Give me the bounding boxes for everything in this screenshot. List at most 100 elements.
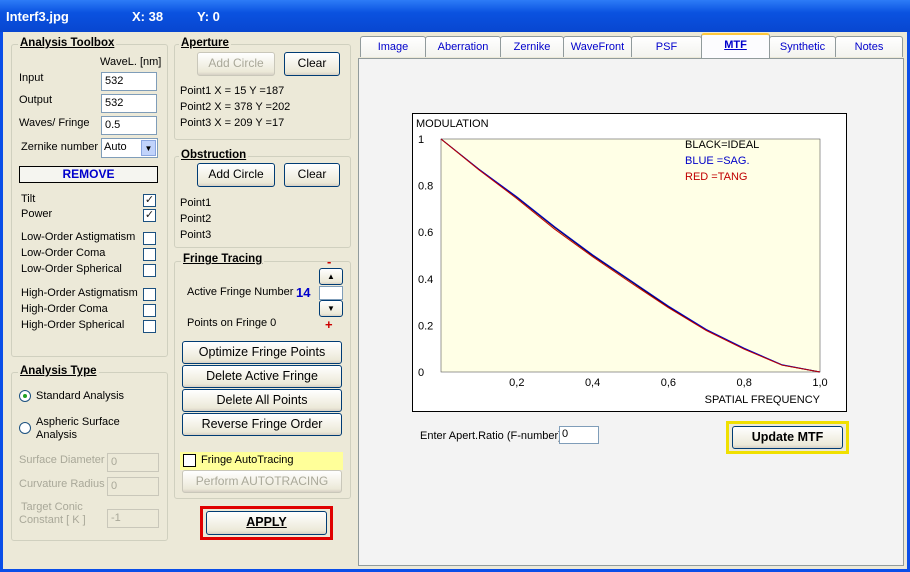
aspheric-analysis-label-2: Analysis [36,429,77,441]
aperture-title: Aperture [179,37,231,49]
term-label-2: Low-Order Astigmatism [21,231,136,243]
output-wavelength-field[interactable]: 532 [101,94,157,113]
aperture-ratio-label: Enter Apert.Ratio (F-number) [420,430,562,442]
fringe-autotracing-row[interactable]: Fringe AutoTracing [180,452,343,470]
analysis-type-title: Analysis Type [18,365,99,377]
term-label-1: Power [21,208,53,220]
aspheric-analysis-label-1: Aspheric Surface [36,416,120,428]
fringe-down-button[interactable]: ▼ [319,300,343,317]
y-tick-label-1: 0.2 [418,320,433,332]
obstruction-add-circle-button[interactable]: Add Circle [197,163,275,187]
x-tick-label-2: 0,6 [661,377,676,389]
delete-active-fringe-button[interactable]: Delete Active Fringe [182,365,342,388]
obstruction-clear-button[interactable]: Clear [284,163,340,187]
tab-aberration[interactable]: Aberration [425,36,501,57]
curvature-radius-field[interactable]: 0 [107,477,159,496]
fringe-up-button[interactable]: ▲ [319,268,343,285]
aperture-clear-button[interactable]: Clear [284,52,340,76]
mtf-panel: MODULATION SPATIAL FREQUENCY 0 0.2 0.4 0.6 0.8… [358,58,904,566]
obstruction-title: Obstruction [179,149,249,161]
term-checkbox-6[interactable] [143,304,156,317]
legend-entry-1: BLUE =SAG. [685,155,750,167]
term-label-6: High-Order Coma [21,303,108,315]
x-axis-title: SPATIAL FREQUENCY [705,394,821,406]
y-tick-label-5: 1 [418,134,424,146]
obstruction-point1: Point1 [180,197,212,209]
waves-per-fringe-field[interactable]: 0.5 [101,116,157,135]
term-label-7: High-Order Spherical [21,319,125,331]
delete-all-points-button[interactable]: Delete All Points [182,389,342,412]
arrow-up-icon: ▲ [327,272,335,281]
legend-entry-2: RED =TANG [685,171,747,183]
x-tick-label-0: 0,2 [509,377,524,389]
fringe-autotracing-label: Fringe AutoTracing [201,454,294,466]
update-mtf-button[interactable]: Update MTF [732,426,843,449]
zernike-number-label: Zernike number [21,141,99,153]
reverse-fringe-order-button[interactable]: Reverse Fringe Order [182,413,342,436]
term-checkbox-0[interactable]: ✓ [143,194,156,207]
zernike-number-value: Auto [104,141,127,153]
aspheric-analysis-radio[interactable] [19,422,31,434]
points-on-fringe-label: Points on Fringe 0 [187,317,277,329]
surface-diameter-label: Surface Diameter [19,454,105,466]
term-checkbox-1[interactable]: ✓ [143,209,156,222]
y-tick-label-4: 0.8 [418,181,433,193]
perform-autotracing-button[interactable]: Perform AUTOTRACING [182,470,342,493]
fringe-minus-indicator: - [327,254,332,269]
target-conic-label-2: Constant [ K ] [19,514,86,526]
tab-image[interactable]: Image [360,36,426,57]
term-label-3: Low-Order Coma [21,247,106,259]
y-tick-label-0: 0 [418,367,424,379]
input-wavelength-label: Input [19,72,44,84]
aperture-ratio-field[interactable]: 0 [559,426,599,444]
chevron-down-icon[interactable]: ▼ [141,140,156,156]
tab-zernike[interactable]: Zernike [500,36,564,57]
term-label-0: Tilt [21,193,36,205]
remove-button[interactable]: REMOVE [19,166,158,183]
tab-wavefront[interactable]: WaveFront [563,36,632,57]
y-axis-title: MODULATION [416,118,489,130]
update-mtf-highlight-frame: Update MTF [726,421,849,454]
standard-analysis-radio[interactable] [19,390,31,402]
fringe-spin-track [319,286,343,300]
term-checkbox-7[interactable] [143,320,156,333]
active-fringe-value: 14 [296,285,311,300]
tab-synthetic[interactable]: Synthetic [769,36,836,57]
fringe-autotracing-checkbox[interactable] [183,454,196,467]
aperture-point3: Point3 X = 209 Y =17 [180,117,285,129]
x-tick-label-4: 1,0 [812,377,827,389]
waves-per-fringe-label: Waves/ Fringe [19,117,90,129]
input-wavelength-field[interactable]: 532 [101,72,157,91]
tab-psf[interactable]: PSF [631,36,702,57]
surface-diameter-field[interactable]: 0 [107,453,159,472]
mtf-chart: MODULATION SPATIAL FREQUENCY 0 0.2 0.4 0.6 0.8… [412,113,847,412]
tab-mtf[interactable]: MTF [701,33,770,58]
app-window: Interf3.jpg X: 38 Y: 0 Analysis Toolbox … [0,0,910,572]
standard-analysis-label: Standard Analysis [36,390,125,402]
cursor-x-readout: X: 38 [132,9,164,24]
client-area: Analysis Toolbox WaveL. [nm] Input 532 O… [3,32,907,569]
term-checkbox-5[interactable] [143,288,156,301]
tab-notes[interactable]: Notes [835,36,903,57]
radio-selected-dot [23,394,27,398]
obstruction-point2: Point2 [180,213,212,225]
title-bar[interactable]: Interf3.jpg X: 38 Y: 0 [0,0,910,32]
active-fringe-label: Active Fringe Number [187,286,294,298]
aperture-point2: Point2 X = 378 Y =202 [180,101,291,113]
term-checkbox-2[interactable] [143,232,156,245]
aperture-point1: Point1 X = 15 Y =187 [180,85,285,97]
x-tick-label-1: 0,4 [585,377,600,389]
legend-entry-0: BLACK=IDEAL [685,139,759,151]
fringe-plus-indicator: + [325,317,333,332]
term-checkbox-4[interactable] [143,264,156,277]
target-conic-field[interactable]: -1 [107,509,159,528]
apply-button[interactable]: APPLY [206,511,327,535]
optimize-fringe-points-button[interactable]: Optimize Fringe Points [182,341,342,364]
fringe-tracing-title: Fringe Tracing [181,253,265,265]
term-label-5: High-Order Astigmatism [21,287,138,299]
term-checkbox-3[interactable] [143,248,156,261]
zernike-number-select[interactable]: Auto ▼ [101,138,158,158]
target-conic-label-1: Target Conic [21,501,83,513]
aperture-add-circle-button[interactable]: Add Circle [197,52,275,76]
obstruction-point3: Point3 [180,229,212,241]
